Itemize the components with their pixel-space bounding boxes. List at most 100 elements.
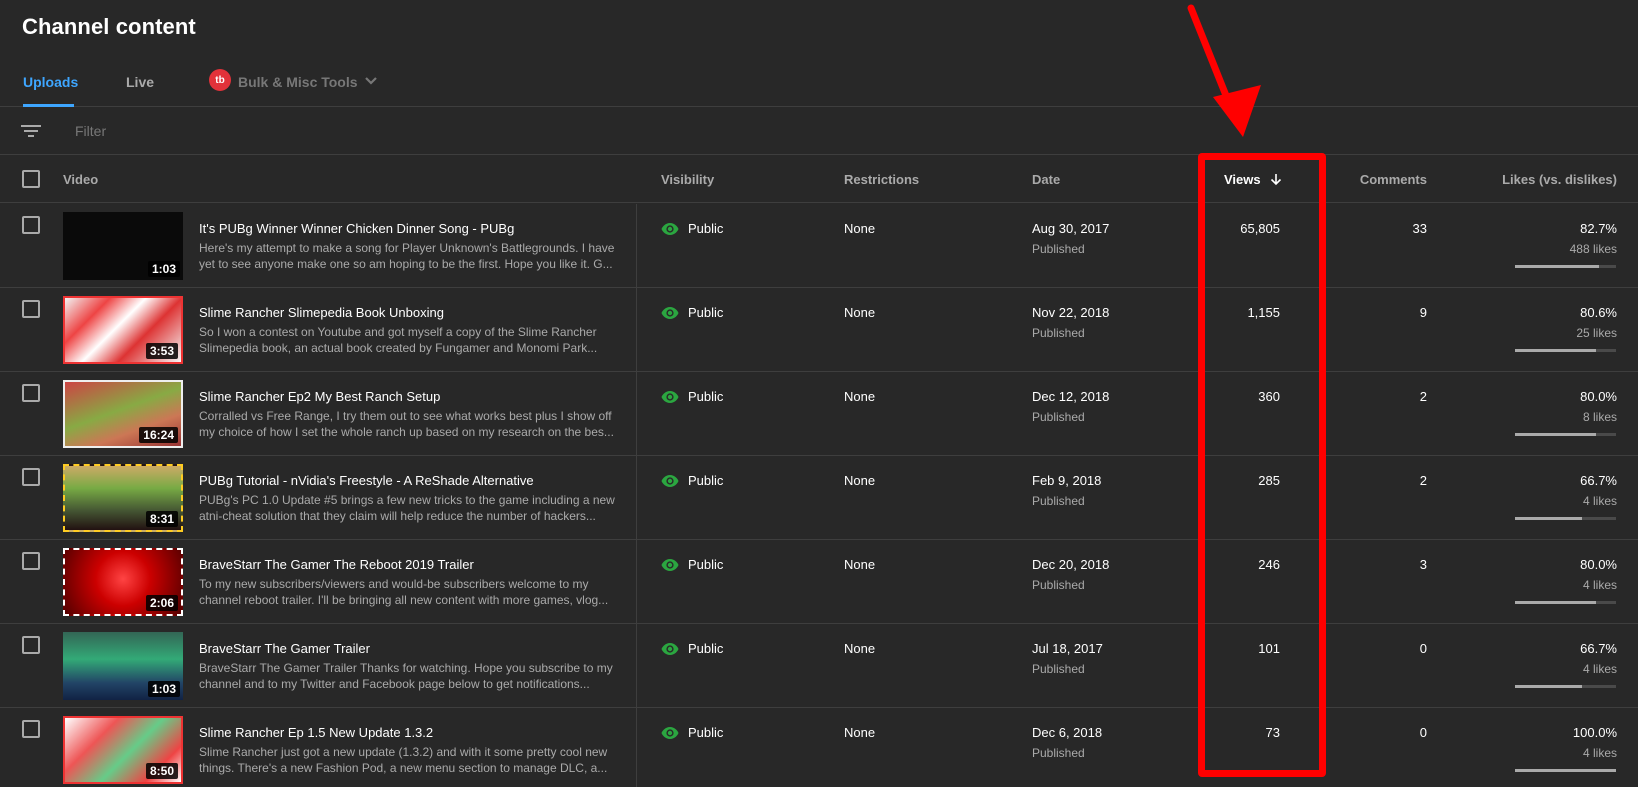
table-row[interactable]: 1:03 It's PUBg Winner Winner Chicken Din… — [0, 204, 1638, 288]
likes-ratio-bar — [1515, 265, 1616, 268]
table-row[interactable]: 1:03 BraveStarr The Gamer Trailer BraveS… — [0, 624, 1638, 708]
date-value: Aug 30, 2017 — [1032, 221, 1110, 236]
comments-value: 33 — [1412, 221, 1427, 236]
visibility-dropdown[interactable]: Public — [688, 725, 723, 740]
publish-status: Published — [1032, 578, 1085, 592]
likes-count: 4 likes — [1582, 662, 1617, 676]
table-row[interactable]: 16:24 Slime Rancher Ep2 My Best Ranch Se… — [0, 372, 1638, 456]
eye-icon — [661, 475, 679, 487]
likes-ratio-bar — [1515, 601, 1616, 604]
date-value: Nov 22, 2018 — [1032, 305, 1110, 320]
table-row[interactable]: 8:50 Slime Rancher Ep 1.5 New Update 1.3… — [0, 708, 1638, 787]
column-divider — [636, 288, 637, 372]
bulk-misc-tools-menu[interactable]: Bulk & Misc Tools — [238, 74, 358, 90]
restrictions-value: None — [844, 221, 876, 236]
eye-icon — [661, 307, 679, 319]
video-description: Corralled vs Free Range, I try them out … — [199, 409, 614, 439]
video-thumbnail[interactable]: 8:31 — [63, 464, 183, 532]
likes-count: 8 likes — [1582, 410, 1617, 424]
likes-ratio-bar — [1515, 517, 1616, 520]
date-value: Dec 12, 2018 — [1032, 389, 1110, 404]
video-title[interactable]: It's PUBg Winner Winner Chicken Dinner S… — [199, 221, 514, 236]
visibility-dropdown[interactable]: Public — [688, 473, 723, 488]
video-thumbnail[interactable]: 16:24 — [63, 380, 183, 448]
video-thumbnail[interactable]: 3:53 — [63, 296, 183, 364]
filter-lines-icon[interactable] — [21, 123, 41, 139]
tab-bar: Uploads Live tb Bulk & Misc Tools — [0, 62, 1638, 107]
likes-percent: 66.7% — [1580, 473, 1617, 488]
row-checkbox[interactable] — [22, 720, 40, 738]
video-duration: 1:03 — [147, 261, 180, 277]
filter-input[interactable] — [66, 117, 466, 145]
restrictions-value: None — [844, 473, 876, 488]
comments-value: 3 — [1419, 557, 1427, 572]
column-header-views[interactable]: Views — [1224, 172, 1282, 187]
views-value: 246 — [1258, 557, 1280, 572]
row-checkbox[interactable] — [22, 300, 40, 318]
comments-value: 9 — [1419, 305, 1427, 320]
column-divider — [636, 540, 637, 624]
visibility-dropdown[interactable]: Public — [688, 305, 723, 320]
video-title[interactable]: Slime Rancher Ep2 My Best Ranch Setup — [199, 389, 440, 404]
likes-percent: 100.0% — [1572, 725, 1617, 740]
column-header-likes[interactable]: Likes (vs. dislikes) — [1502, 172, 1617, 187]
likes-ratio-bar — [1515, 685, 1616, 688]
eye-icon — [661, 727, 679, 739]
column-header-comments[interactable]: Comments — [1360, 172, 1427, 187]
video-description: Slime Rancher just got a new update (1.3… — [199, 745, 608, 775]
tab-uploads[interactable]: Uploads — [23, 74, 78, 90]
table-row[interactable]: 2:06 BraveStarr The Gamer The Reboot 201… — [0, 540, 1638, 624]
column-header-visibility[interactable]: Visibility — [661, 172, 714, 187]
row-checkbox[interactable] — [22, 216, 40, 234]
restrictions-value: None — [844, 305, 876, 320]
video-title[interactable]: BraveStarr The Gamer The Reboot 2019 Tra… — [199, 557, 474, 572]
likes-percent: 80.6% — [1580, 305, 1617, 320]
table-row[interactable]: 3:53 Slime Rancher Slimepedia Book Unbox… — [0, 288, 1638, 372]
views-value: 65,805 — [1240, 221, 1280, 236]
likes-count: 25 likes — [1576, 326, 1617, 340]
visibility-dropdown[interactable]: Public — [688, 389, 723, 404]
video-duration: 8:50 — [145, 763, 178, 779]
video-title[interactable]: Slime Rancher Ep 1.5 New Update 1.3.2 — [199, 725, 433, 740]
likes-ratio-fill — [1515, 433, 1596, 436]
row-checkbox[interactable] — [22, 468, 40, 486]
date-value: Jul 18, 2017 — [1032, 641, 1103, 656]
likes-ratio-bar — [1515, 433, 1616, 436]
select-all-checkbox[interactable] — [22, 170, 40, 188]
eye-icon — [661, 223, 679, 235]
video-duration: 2:06 — [145, 595, 178, 611]
likes-count: 4 likes — [1582, 578, 1617, 592]
likes-percent: 66.7% — [1580, 641, 1617, 656]
chevron-down-icon[interactable] — [364, 74, 378, 88]
video-title[interactable]: Slime Rancher Slimepedia Book Unboxing — [199, 305, 444, 320]
video-thumbnail[interactable]: 1:03 — [63, 632, 183, 700]
tab-live[interactable]: Live — [126, 74, 154, 90]
comments-value: 0 — [1419, 725, 1427, 740]
visibility-dropdown[interactable]: Public — [688, 221, 723, 236]
restrictions-value: None — [844, 557, 876, 572]
eye-icon — [661, 643, 679, 655]
column-divider — [636, 456, 637, 540]
tubebuddy-logo-icon: tb — [209, 69, 231, 91]
video-thumbnail[interactable]: 1:03 — [63, 212, 183, 280]
column-header-date[interactable]: Date — [1032, 172, 1060, 187]
row-checkbox[interactable] — [22, 552, 40, 570]
views-value: 101 — [1258, 641, 1280, 656]
likes-ratio-bar — [1515, 769, 1616, 772]
row-checkbox[interactable] — [22, 384, 40, 402]
arrow-down-icon — [1271, 174, 1282, 186]
column-divider — [636, 708, 637, 787]
visibility-dropdown[interactable]: Public — [688, 557, 723, 572]
table-row[interactable]: 8:31 PUBg Tutorial - nVidia's Freestyle … — [0, 456, 1638, 540]
page-title: Channel content — [22, 14, 196, 39]
row-checkbox[interactable] — [22, 636, 40, 654]
likes-ratio-fill — [1515, 517, 1583, 520]
video-thumbnail[interactable]: 8:50 — [63, 716, 183, 784]
likes-percent: 80.0% — [1580, 557, 1617, 572]
comments-value: 0 — [1419, 641, 1427, 656]
video-title[interactable]: BraveStarr The Gamer Trailer — [199, 641, 370, 656]
column-header-restrictions[interactable]: Restrictions — [844, 172, 919, 187]
video-thumbnail[interactable]: 2:06 — [63, 548, 183, 616]
visibility-dropdown[interactable]: Public — [688, 641, 723, 656]
video-title[interactable]: PUBg Tutorial - nVidia's Freestyle - A R… — [199, 473, 534, 488]
